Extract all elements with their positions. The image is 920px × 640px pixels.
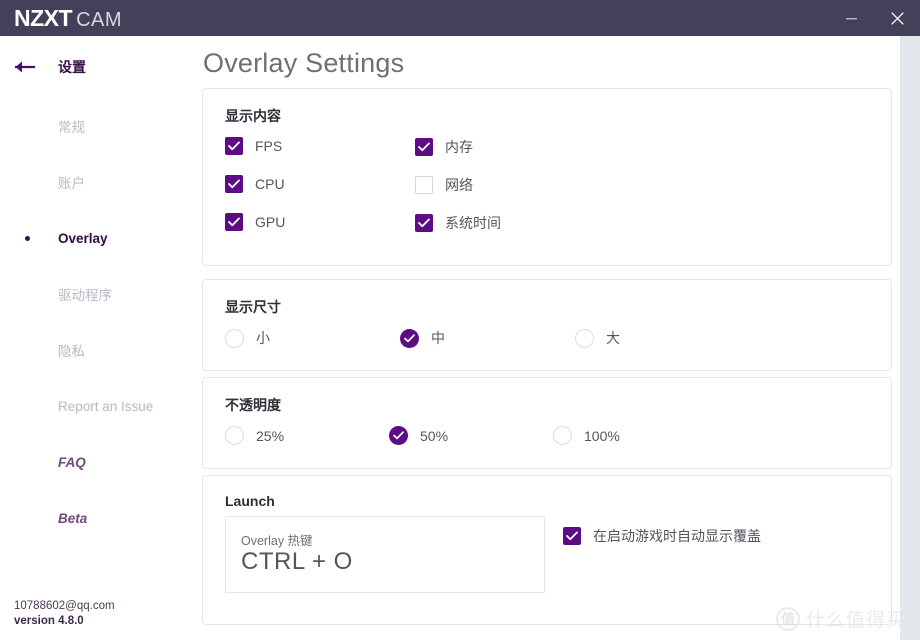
brand-nzxt: NZXT [14, 4, 73, 31]
radio-label: 大 [606, 330, 620, 346]
sidebar-item-label: 常规 [58, 120, 85, 135]
opacity-card: 不透明度 25% 50% 100% [202, 377, 892, 469]
hotkey-value: CTRL + O [241, 548, 353, 575]
radio-circle-icon [575, 328, 594, 348]
checkbox-cpu[interactable]: CPU [225, 175, 285, 193]
checkbox-memory[interactable]: 内存 [415, 137, 473, 157]
display-size-title: 显示尺寸 [225, 299, 281, 315]
sidebar-item-faq[interactable]: FAQ [0, 434, 190, 490]
sidebar-nav: 常规 账户 Overlay 驱动程序 隐私 Report an Issue FA… [0, 98, 190, 546]
radio-label: 100% [584, 427, 620, 444]
radio-label: 25% [256, 427, 285, 444]
sidebar-item-label: Report an Issue [58, 398, 154, 414]
app-version: version 4.8.0 [14, 615, 84, 628]
close-button[interactable] [874, 0, 920, 36]
checkbox-box-icon [225, 213, 243, 231]
sidebar-item-label: 驱动程序 [58, 288, 112, 303]
checkbox-gpu[interactable]: GPU [225, 213, 285, 231]
sidebar-footer: 10788602@qq.com version 4.8.0 [14, 599, 115, 630]
sidebar-item-report-an-issue[interactable]: Report an Issue [0, 378, 190, 434]
title-bar: NZXT CAM [0, 0, 920, 36]
sidebar-item-label: Overlay [58, 230, 108, 246]
radio-circle-icon [553, 426, 572, 445]
display-content-card: 显示内容 FPS CPU GPU 内存 网络 系统时间 [202, 88, 892, 266]
back-to-settings-button[interactable]: 设置 [0, 52, 190, 82]
brand-cam: CAM [76, 8, 123, 31]
sidebar-item-privacy[interactable]: 隐私 [0, 322, 190, 378]
checkbox-box-icon [415, 138, 433, 156]
radio-opacity-50[interactable]: 50% [389, 426, 448, 445]
nzxt-cam-window: NZXT CAM 设置 常规 账户 Overlay 驱动程序 隐私 Report… [0, 0, 920, 640]
checkbox-box-icon [225, 137, 243, 155]
checkbox-box-icon [225, 175, 243, 193]
arrow-left-icon [14, 60, 42, 74]
checkbox-label: 系统时间 [445, 215, 501, 231]
checkbox-label: FPS [255, 138, 283, 154]
checkbox-label: 内存 [445, 139, 473, 155]
checkbox-box-icon [563, 527, 581, 545]
checkbox-label: GPU [255, 214, 286, 230]
sidebar: 设置 常规 账户 Overlay 驱动程序 隐私 Report an Issue [0, 36, 190, 640]
radio-label: 小 [256, 330, 270, 346]
checkbox-system-time[interactable]: 系统时间 [415, 213, 501, 233]
back-label: 设置 [58, 59, 86, 75]
account-email: 10788602@qq.com [14, 599, 115, 612]
radio-circle-icon [389, 426, 408, 445]
checkbox-label: 网络 [445, 177, 473, 193]
checkbox-label: CPU [255, 176, 285, 192]
hotkey-caption: Overlay 热键 [241, 534, 313, 548]
sidebar-item-overlay[interactable]: Overlay [0, 210, 190, 266]
window-controls [828, 0, 920, 36]
radio-size-large[interactable]: 大 [575, 328, 620, 348]
checkbox-network[interactable]: 网络 [415, 175, 473, 195]
radio-opacity-25[interactable]: 25% [225, 426, 284, 445]
sidebar-item-label: Beta [58, 510, 88, 526]
vertical-scrollbar[interactable] [900, 36, 920, 640]
sidebar-item-general[interactable]: 常规 [0, 98, 190, 154]
sidebar-item-account[interactable]: 账户 [0, 154, 190, 210]
radio-label: 中 [431, 330, 445, 346]
overlay-hotkey-input[interactable]: Overlay 热键 CTRL + O [225, 516, 545, 593]
checkbox-label: 在启动游戏时自动显示覆盖 [593, 528, 761, 544]
sidebar-item-label: FAQ [58, 454, 86, 470]
sidebar-item-label: 隐私 [58, 344, 85, 359]
page-title: Overlay Settings [203, 48, 405, 78]
opacity-title: 不透明度 [225, 397, 281, 413]
active-bullet-icon [25, 235, 30, 241]
radio-label: 50% [420, 427, 449, 444]
launch-title: Launch [225, 493, 275, 509]
radio-circle-icon [225, 426, 244, 445]
minimize-button[interactable] [828, 0, 874, 36]
display-size-card: 显示尺寸 小 中 大 [202, 279, 892, 371]
sidebar-item-drivers[interactable]: 驱动程序 [0, 266, 190, 322]
radio-size-small[interactable]: 小 [225, 328, 270, 348]
launch-card: Launch Overlay 热键 CTRL + O 在启动游戏时自动显示覆盖 [202, 475, 892, 625]
checkbox-fps[interactable]: FPS [225, 137, 282, 155]
radio-circle-icon [400, 328, 419, 348]
main-content: Overlay Settings 显示内容 FPS CPU GPU 内存 网络 … [190, 36, 900, 640]
sidebar-item-label: 账户 [58, 176, 85, 191]
radio-opacity-100[interactable]: 100% [553, 426, 620, 445]
checkbox-box-icon [415, 214, 433, 232]
radio-size-medium[interactable]: 中 [400, 328, 445, 348]
checkbox-auto-show-overlay[interactable]: 在启动游戏时自动显示覆盖 [563, 526, 761, 546]
sidebar-item-beta[interactable]: Beta [0, 490, 190, 546]
radio-circle-icon [225, 328, 244, 348]
display-content-title: 显示内容 [225, 108, 281, 124]
checkbox-box-icon [415, 176, 433, 194]
app-logo: NZXT CAM [0, 4, 123, 31]
